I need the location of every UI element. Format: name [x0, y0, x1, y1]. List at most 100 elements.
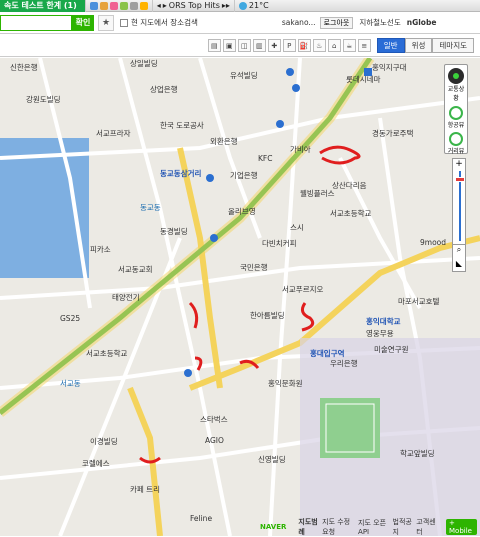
map-label[interactable]: 서교초등학교: [330, 208, 371, 219]
weather[interactable]: 21°C: [233, 0, 273, 12]
map-label[interactable]: 마포서교호텔: [398, 296, 439, 307]
search-bar: 확인 ★ 현 지도에서 장소검색 sakano... 로그아웃 지하철노선도 n…: [0, 12, 480, 34]
map-label[interactable]: 한국 도로공사: [160, 120, 204, 131]
map-label[interactable]: 피카소: [90, 244, 111, 255]
legend-link[interactable]: 지도범례: [298, 517, 319, 537]
star-icon: [139, 1, 148, 10]
ruler-icon[interactable]: ◣: [453, 259, 465, 273]
map-label[interactable]: AGIO: [205, 436, 224, 445]
map-label[interactable]: 서교초등학교: [86, 348, 127, 359]
naver-logo[interactable]: NAVER: [260, 523, 286, 531]
map-label[interactable]: 태양전기: [112, 292, 140, 303]
map-label[interactable]: 유석빌딩: [230, 70, 258, 81]
magnifier-icon[interactable]: ⌕: [453, 245, 465, 259]
more-icon[interactable]: ≡: [357, 39, 371, 52]
book-icon[interactable]: ▤: [207, 39, 221, 52]
map-label[interactable]: 스시: [290, 222, 304, 233]
fuel-icon[interactable]: ⛽: [297, 39, 311, 52]
map-label[interactable]: 상산다리음: [332, 180, 367, 191]
search-area-checkbox[interactable]: [120, 18, 128, 27]
tab-theme[interactable]: 테마지도: [432, 38, 474, 53]
music-title: ORS Top Hits: [168, 1, 220, 10]
footer-link[interactable]: 법적공지: [393, 517, 414, 537]
map-label[interactable]: 미술연구원: [374, 344, 409, 355]
cafe-icon[interactable]: ☕: [342, 39, 356, 52]
footer-link[interactable]: 지도 오픈API: [358, 518, 389, 536]
next-icon[interactable]: ▸▸: [222, 1, 230, 10]
map-label[interactable]: 홍익지구대: [372, 62, 407, 73]
building-icon[interactable]: ▥: [252, 39, 266, 52]
map-label[interactable]: 서교동: [60, 378, 81, 389]
map-label[interactable]: 경동가로주택: [372, 128, 413, 139]
toolbar-apps[interactable]: [84, 0, 152, 12]
toolbar-brand[interactable]: 속도 테스트 한계 (1): [0, 0, 85, 12]
weather-icon: [238, 1, 247, 10]
map-label[interactable]: 동경빌딩: [160, 226, 188, 237]
map-label[interactable]: 서교프라자: [96, 128, 131, 139]
zoom-thumb[interactable]: [455, 177, 465, 182]
subway-icon[interactable]: ◫: [237, 39, 251, 52]
map-label[interactable]: Feline: [190, 514, 212, 523]
map-label[interactable]: 홍익대학교: [366, 316, 401, 327]
map-label[interactable]: 웰빙플러스: [300, 188, 335, 199]
map-label[interactable]: 서교동교회: [118, 264, 153, 275]
prev-icon[interactable]: ◂: [157, 1, 161, 10]
map-label[interactable]: 가비아: [290, 144, 311, 155]
hospital-icon[interactable]: ✚: [267, 39, 281, 52]
map-label[interactable]: 다빈치커피: [262, 238, 297, 249]
map-label[interactable]: 신영빌딩: [258, 454, 286, 465]
subway-link[interactable]: 지하철노선도: [359, 17, 400, 28]
bus-icon[interactable]: ▣: [222, 39, 236, 52]
search-area-label: 현 지도에서 장소검색: [131, 18, 198, 27]
map-label[interactable]: 신한은행: [10, 62, 38, 73]
map-label[interactable]: 9mood: [420, 238, 446, 247]
tool-panel: ⌕ ◣: [452, 244, 466, 272]
map-label[interactable]: 코렐에스: [82, 458, 110, 469]
star-icon[interactable]: ★: [98, 14, 114, 31]
tab-satellite[interactable]: 위성: [404, 38, 433, 53]
shop-icon[interactable]: ⌂: [327, 39, 341, 52]
map-label[interactable]: 서교푸르지오: [282, 284, 323, 295]
food-icon[interactable]: ♨: [312, 39, 326, 52]
map-label[interactable]: 동교동: [140, 202, 161, 213]
footer-link[interactable]: 고객센터: [416, 517, 437, 537]
map-label[interactable]: 강원도빌딩: [26, 94, 61, 105]
map-label[interactable]: KFC: [258, 154, 272, 163]
map-label[interactable]: 롯데시네마: [346, 74, 381, 85]
zoom-slider[interactable]: [453, 169, 465, 243]
map-label[interactable]: 동교동삼거리: [160, 168, 201, 179]
map-label[interactable]: 카페 트리: [130, 484, 160, 495]
zoom-in-icon[interactable]: +: [453, 159, 465, 169]
footer-link[interactable]: 지도 수정요청: [322, 517, 355, 537]
map-label[interactable]: 외환은행: [210, 136, 238, 147]
search-button[interactable]: 확인: [72, 14, 94, 31]
mobile-button[interactable]: + Mobile: [446, 519, 478, 535]
user-name[interactable]: sakano...: [282, 18, 316, 27]
map-label[interactable]: GS25: [60, 314, 80, 323]
streetview-icon[interactable]: [449, 132, 463, 146]
search-input[interactable]: [0, 14, 72, 31]
map-label[interactable]: 스타벅스: [200, 414, 228, 425]
map-label[interactable]: 올리브영: [228, 206, 256, 217]
play-icon[interactable]: ▸: [163, 1, 167, 10]
zoom-control: + −: [452, 158, 466, 254]
weather-temp: 21°C: [248, 1, 269, 10]
tab-normal[interactable]: 일반: [376, 38, 405, 53]
map-label[interactable]: 우리은행: [330, 358, 358, 369]
parking-icon[interactable]: P: [282, 39, 296, 52]
music-player[interactable]: ◂ ▸ ORS Top Hits ▸▸: [151, 0, 234, 12]
map-label[interactable]: 영웅무용: [366, 328, 394, 339]
aerial-icon[interactable]: [449, 106, 463, 120]
map-label[interactable]: 국민은행: [240, 262, 268, 273]
map-label[interactable]: 이경빌딩: [90, 436, 118, 447]
map-label[interactable]: 기업은행: [230, 170, 258, 181]
map-label[interactable]: 상일빌딩: [130, 58, 158, 69]
map-canvas[interactable]: 신한은행 상일빌딩 유석빌딩 롯데시네마 홍익지구대 강원도빌딩 상업은행 서교…: [0, 58, 480, 536]
map-label[interactable]: 학교앞빌딩: [400, 448, 435, 459]
nglobe-link[interactable]: nGlobe: [407, 18, 437, 27]
map-label[interactable]: 상업은행: [150, 84, 178, 95]
map-label[interactable]: 홍익문화원: [268, 378, 303, 389]
logout-button[interactable]: 로그아웃: [319, 16, 354, 29]
traffic-icon[interactable]: [448, 68, 464, 84]
map-label[interactable]: 한아름빌딩: [250, 310, 285, 321]
